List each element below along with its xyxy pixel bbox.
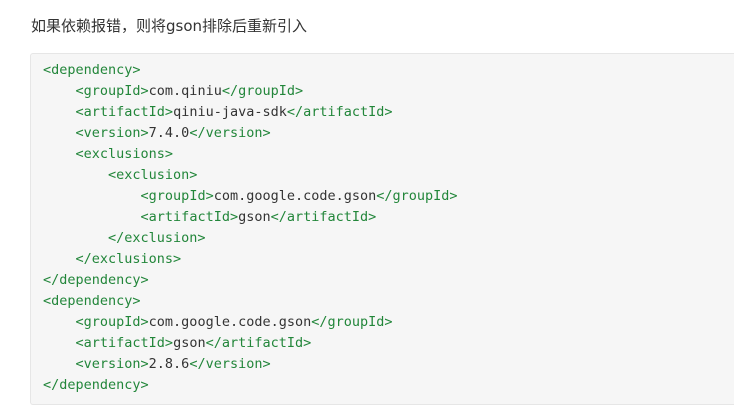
code-line: </dependency>: [43, 375, 458, 396]
xml-tag: </exclusions>: [75, 251, 182, 267]
xml-tag: </artifactId>: [205, 335, 312, 351]
code-line: <dependency>: [43, 291, 458, 312]
code-line: <artifactId>gson</artifactId>: [43, 333, 458, 354]
page: 如果依赖报错，则将gson排除后重新引入 <dependency> <group…: [0, 0, 734, 420]
xml-tag: </version>: [189, 125, 271, 141]
xml-tag: </dependency>: [43, 272, 149, 288]
code-line: <artifactId>gson</artifactId>: [43, 207, 458, 228]
xml-value: com.qiniu: [148, 83, 222, 99]
xml-tag: <exclusions>: [75, 146, 174, 162]
xml-value: 2.8.6: [148, 356, 190, 372]
code-line: <exclusions>: [43, 144, 458, 165]
xml-tag: <artifactId>: [140, 209, 239, 225]
xml-value: gson: [238, 209, 271, 225]
xml-value: gson: [173, 335, 206, 351]
xml-value: com.google.code.gson: [213, 188, 377, 204]
code-line: <groupId>com.google.code.gson</groupId>: [43, 186, 458, 207]
code-line: <exclusion>: [43, 165, 458, 186]
code-line: <version>7.4.0</version>: [43, 123, 458, 144]
code-line: <version>2.8.6</version>: [43, 354, 458, 375]
xml-tag: <groupId>: [140, 188, 214, 204]
xml-tag: </groupId>: [311, 314, 393, 330]
code-line: <dependency>: [43, 60, 458, 81]
xml-tag: <exclusion>: [108, 167, 198, 183]
code-content[interactable]: <dependency> <groupId>com.qiniu</groupId…: [43, 60, 458, 396]
xml-tag: <artifactId>: [75, 335, 174, 351]
xml-tag: <version>: [75, 356, 149, 372]
xml-tag: <dependency>: [43, 62, 141, 78]
xml-tag: </groupId>: [376, 188, 458, 204]
code-line: <groupId>com.google.code.gson</groupId>: [43, 312, 458, 333]
xml-tag: <version>: [75, 125, 149, 141]
xml-value: qiniu-java-sdk: [173, 104, 287, 120]
xml-tag: </exclusion>: [108, 230, 206, 246]
xml-tag: </dependency>: [43, 377, 149, 393]
xml-tag: <artifactId>: [75, 104, 174, 120]
xml-tag: <dependency>: [43, 293, 141, 309]
code-line: </dependency>: [43, 270, 458, 291]
intro-text: 如果依赖报错，则将gson排除后重新引入: [31, 17, 308, 35]
code-line: <groupId>com.qiniu</groupId>: [43, 81, 458, 102]
code-block[interactable]: <dependency> <groupId>com.qiniu</groupId…: [30, 53, 734, 405]
xml-tag: <groupId>: [75, 314, 149, 330]
code-line: </exclusion>: [43, 228, 458, 249]
xml-tag: </artifactId>: [286, 104, 393, 120]
xml-tag: </version>: [189, 356, 271, 372]
xml-tag: <groupId>: [75, 83, 149, 99]
xml-value: 7.4.0: [148, 125, 190, 141]
xml-value: com.google.code.gson: [148, 314, 312, 330]
xml-tag: </artifactId>: [270, 209, 377, 225]
code-line: </exclusions>: [43, 249, 458, 270]
code-line: <artifactId>qiniu-java-sdk</artifactId>: [43, 102, 458, 123]
xml-tag: </groupId>: [221, 83, 304, 99]
